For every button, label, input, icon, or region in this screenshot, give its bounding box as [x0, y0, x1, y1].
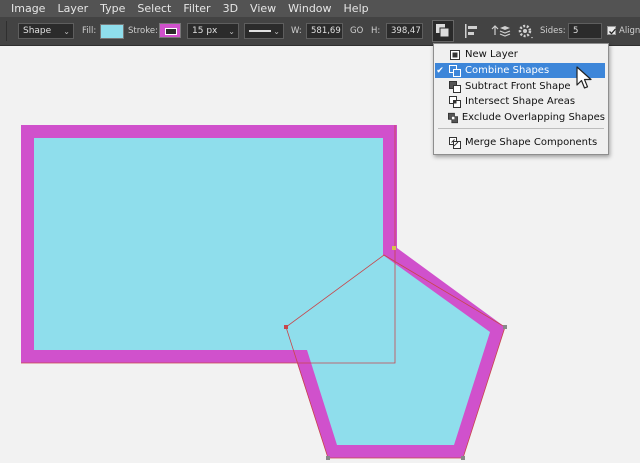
menu-item-exclude-overlapping-shapes[interactable]: Exclude Overlapping Shapes — [435, 110, 605, 125]
tool-mode-dropdown[interactable]: Shape ⌄ — [18, 23, 74, 39]
menu-item-label: Exclude Overlapping Shapes — [461, 112, 605, 123]
new-layer-icon — [450, 49, 460, 60]
tool-mode-value: Shape — [23, 26, 52, 36]
sides-value: 5 — [573, 26, 579, 36]
menu-type[interactable]: Type — [94, 2, 131, 15]
intersect-shape-areas-icon — [449, 95, 461, 108]
checkmark-icon — [609, 28, 616, 35]
stroke-swatch-inner — [165, 28, 177, 35]
subtract-front-shape-icon — [449, 80, 461, 93]
menu-item-label: Subtract Front Shape — [465, 81, 571, 92]
height-value: 398,47 p — [391, 26, 422, 36]
anchor-point[interactable] — [392, 246, 396, 250]
menu-help[interactable]: Help — [338, 2, 375, 15]
align-edges-label: Align — [619, 26, 640, 36]
chevron-down-icon: ⌄ — [228, 27, 235, 36]
menu-item-merge-shape-components[interactable]: Merge Shape Components — [435, 135, 605, 150]
merge-shape-components-icon — [449, 136, 461, 149]
link-dimensions-icon[interactable]: GO — [350, 26, 363, 36]
options-divider — [6, 21, 7, 41]
menu-item-intersect-shape-areas[interactable]: Intersect Shape Areas — [435, 94, 605, 109]
anchor-point[interactable] — [503, 325, 507, 329]
chevron-down-icon: ⌄ — [63, 27, 70, 36]
chevron-down-icon: ⌄ — [273, 27, 280, 36]
path-operations-icon — [436, 24, 450, 38]
stroke-line-preview — [249, 30, 271, 32]
options-bar: Shape ⌄ Fill: Stroke: 15 px ⌄ ⌄ W: 581,6… — [0, 17, 640, 46]
path-alignment-icon — [465, 24, 477, 38]
align-edges-checkbox[interactable] — [607, 26, 616, 35]
height-label: H: — [371, 26, 381, 36]
menu-3d[interactable]: 3D — [217, 2, 244, 15]
menu-item-new-layer[interactable]: New Layer — [435, 47, 605, 62]
combine-shapes-icon — [449, 64, 461, 77]
checkmark-icon: ✔ — [436, 65, 444, 76]
stroke-type-dropdown[interactable]: ⌄ — [244, 23, 284, 39]
settings-gear-button[interactable] — [517, 22, 535, 40]
exclude-overlapping-shapes-icon — [447, 112, 458, 123]
anchor-point[interactable] — [326, 456, 330, 460]
menu-window[interactable]: Window — [282, 2, 337, 15]
path-arrangement-button[interactable] — [489, 22, 511, 40]
width-field[interactable]: 581,69 p — [306, 23, 343, 39]
width-value: 581,69 p — [311, 26, 342, 36]
sides-field[interactable]: 5 — [568, 23, 602, 39]
menu-image[interactable]: Image — [0, 2, 51, 15]
mouse-cursor-icon — [576, 66, 592, 89]
path-operations-button[interactable] — [432, 20, 454, 42]
menu-item-label: Merge Shape Components — [465, 137, 598, 148]
menu-view[interactable]: View — [244, 2, 282, 15]
stroke-width-value: 15 px — [192, 26, 218, 36]
stroke-label: Stroke: — [128, 26, 158, 36]
menu-divider — [438, 128, 604, 129]
path-arrangement-icon — [491, 25, 511, 37]
menu-item-label: Combine Shapes — [465, 65, 550, 76]
path-alignment-button[interactable] — [462, 22, 480, 40]
menu-item-label: Intersect Shape Areas — [465, 96, 576, 107]
path-operations-menu: New Layer ✔ Combine Shapes Subtract Fron… — [433, 43, 609, 155]
menu-item-label: New Layer — [465, 49, 518, 60]
menu-select[interactable]: Select — [131, 2, 177, 15]
fill-label: Fill: — [82, 26, 97, 36]
menu-layer[interactable]: Layer — [51, 2, 94, 15]
anchor-point[interactable] — [284, 325, 288, 329]
sides-label: Sides: — [540, 26, 566, 36]
height-field[interactable]: 398,47 p — [386, 23, 423, 39]
menu-filter[interactable]: Filter — [177, 2, 216, 15]
menu-bar: Image Layer Type Select Filter 3D View W… — [0, 0, 640, 17]
width-label: W: — [291, 26, 302, 36]
stroke-swatch[interactable] — [159, 23, 181, 38]
stroke-width-field[interactable]: 15 px ⌄ — [187, 23, 239, 39]
anchor-point[interactable] — [461, 456, 465, 460]
gear-icon — [518, 24, 533, 39]
fill-swatch[interactable] — [100, 24, 124, 39]
